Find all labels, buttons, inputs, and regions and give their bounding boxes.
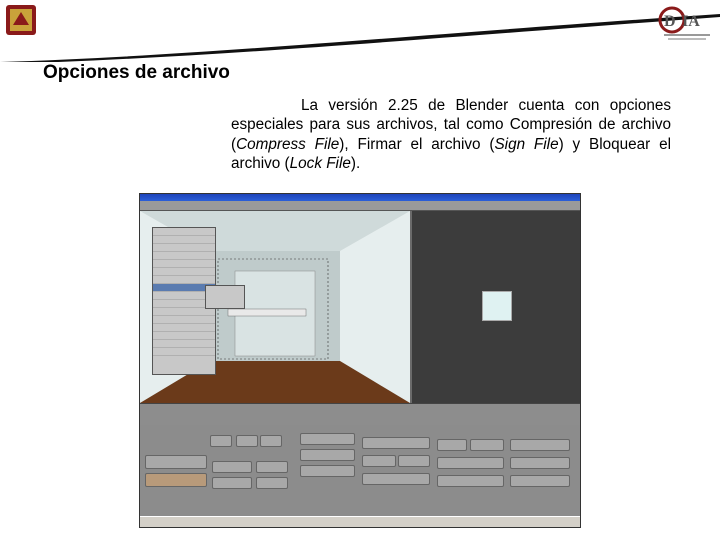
svg-text:D: D (664, 13, 676, 30)
screenshot-render-view (412, 211, 580, 403)
slide-header: D IA (0, 0, 720, 62)
body-paragraph: La versión 2.25 de Blender cuenta con op… (231, 97, 671, 173)
slide-title: Opciones de archivo (43, 62, 230, 83)
screenshot-toolbar (140, 403, 580, 425)
dia-logo-icon: D IA (658, 6, 710, 40)
file-options-submenu-graphic (205, 285, 245, 309)
svg-text:IA: IA (682, 13, 700, 30)
compress-file-term: Compress File (236, 135, 340, 153)
sign-file-term: Sign File (494, 135, 559, 153)
screenshot-taskbar (140, 516, 580, 527)
screenshot-titlebar (140, 194, 580, 201)
screenshot-menubar (140, 201, 580, 211)
header-swoosh-graphic (0, 14, 720, 62)
screenshot-3d-viewport (140, 211, 410, 403)
render-preview-square (482, 291, 512, 321)
university-crest-icon (6, 5, 36, 35)
screenshot-buttons-panel (140, 425, 580, 519)
blender-screenshot-image (139, 193, 581, 528)
lock-file-term: Lock File (289, 155, 351, 173)
